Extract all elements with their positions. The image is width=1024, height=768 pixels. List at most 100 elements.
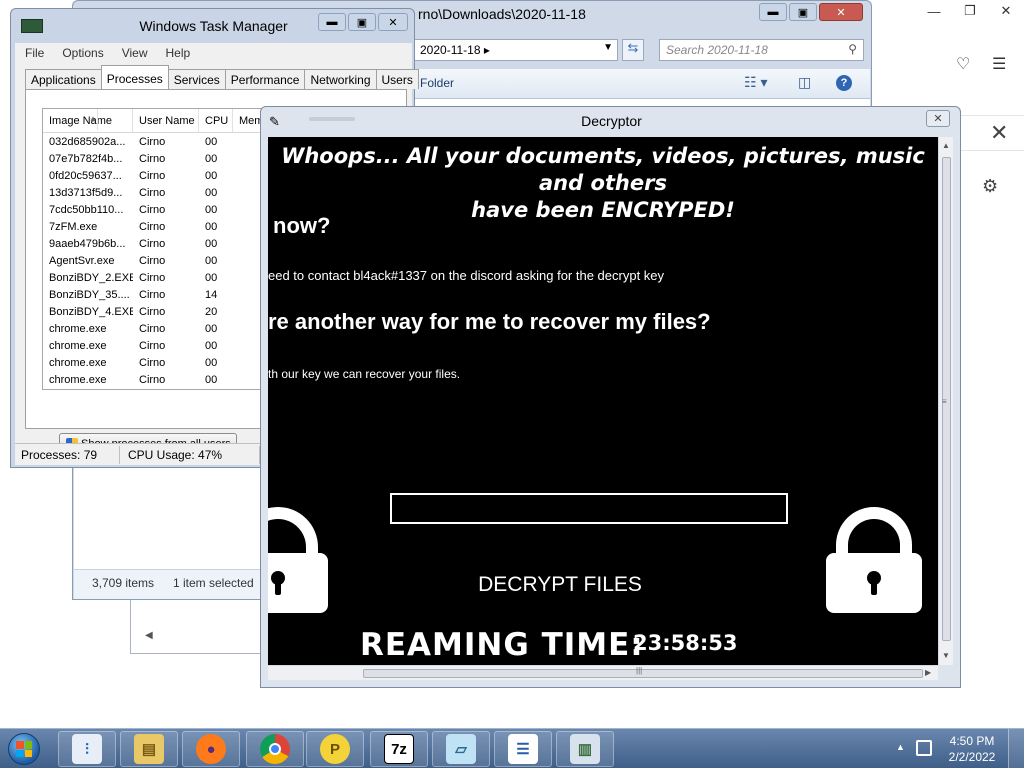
menu-view[interactable]: View <box>122 46 148 60</box>
address-dropdown-icon[interactable]: ▼ <box>603 42 613 53</box>
explorer-window-controls: ▬ ▣ ✕ <box>759 3 863 21</box>
process-name: chrome.exe <box>49 322 107 335</box>
start-button[interactable] <box>2 731 48 767</box>
process-name: 07e7b782f4b... <box>49 152 123 165</box>
ransom-content: Whoops... All your documents, videos, pi… <box>268 137 938 665</box>
clock[interactable]: 4:50 PM 2/2/2022 <box>942 733 1002 765</box>
tab-networking[interactable]: Networking <box>304 69 377 89</box>
question-1: now? <box>273 213 331 238</box>
process-user: Cirno <box>139 254 166 267</box>
tm-maximize-button[interactable]: ▣ <box>348 13 376 31</box>
menu-options[interactable]: Options <box>62 46 103 60</box>
browser-minimize-button[interactable]: — <box>922 2 946 20</box>
scroll-up-icon[interactable]: ▲ <box>942 141 950 150</box>
clock-date: 2/2/2022 <box>948 750 996 764</box>
help-icon[interactable]: ? <box>836 75 852 91</box>
remaining-time-label: REAMING TIME: <box>360 627 644 663</box>
process-cpu: 00 <box>205 203 218 216</box>
tasklist-icon[interactable]: ☰ <box>494 731 552 767</box>
process-user: Cirno <box>139 169 166 182</box>
process-cpu: 00 <box>205 220 218 233</box>
clock-time: 4:50 PM <box>949 734 995 748</box>
p-app-icon[interactable]: P <box>306 731 364 767</box>
scroll-left-icon[interactable]: ◀ <box>145 630 153 641</box>
tab-users[interactable]: Users <box>375 69 419 89</box>
menu-icon[interactable]: ☰ <box>992 54 1006 74</box>
search-input[interactable]: Search 2020-11-18 ⚲ <box>659 39 864 61</box>
taskbar: ⫶ ▤ ● P 7z ▱ ☰ ▥ ▲ 4:50 PM 2/2/2022 <box>0 728 1024 768</box>
browser-close-button[interactable]: ✕ <box>994 2 1018 20</box>
tab-processes[interactable]: Processes <box>100 65 169 89</box>
address-bar[interactable]: 2020-11-18 ▸ ▼ <box>413 39 618 61</box>
preview-pane-icon[interactable]: ◫ <box>798 74 811 91</box>
network-icon[interactable]: ⫶ <box>58 731 116 767</box>
chrome-icon[interactable] <box>246 731 304 767</box>
menu-help[interactable]: Help <box>166 46 191 60</box>
explorer-maximize-button[interactable]: ▣ <box>789 3 817 21</box>
process-user: Cirno <box>139 237 166 250</box>
process-cpu: 00 <box>205 152 218 165</box>
scroll-down-icon[interactable]: ▼ <box>942 651 950 660</box>
tab-applications[interactable]: Applications <box>25 69 102 89</box>
task-manager-tabs: Applications Processes Services Performa… <box>25 65 419 89</box>
decrypt-key-input[interactable] <box>390 493 788 524</box>
tab-performance[interactable]: Performance <box>224 69 306 89</box>
address-text: 2020-11-18 <box>420 43 481 57</box>
gear-icon[interactable]: ⚙ <box>982 176 998 197</box>
scroll-right-icon[interactable]: ▶ <box>925 668 931 677</box>
browser-restore-button[interactable]: ❐ <box>958 2 982 20</box>
close-icon[interactable]: ✕ <box>990 120 1008 146</box>
process-cpu: 00 <box>205 356 218 369</box>
headline-line-2: have been ENCRYPED! <box>471 198 735 222</box>
scroll-grip-icon: ||| <box>636 666 643 675</box>
sort-ascending-icon: ▲ <box>83 109 98 130</box>
process-user: Cirno <box>139 203 166 216</box>
explorer-title: rno\Downloads\2020-11-18 <box>418 6 586 22</box>
status-separator <box>119 446 120 464</box>
process-name: 7zFM.exe <box>49 220 98 233</box>
process-user: Cirno <box>139 373 166 386</box>
new-folder-button[interactable]: Folder <box>420 76 454 90</box>
vertical-scrollbar[interactable]: ▲ ≡ ▼ <box>938 137 953 665</box>
change-view-icon[interactable]: ☷ ▾ <box>744 74 767 91</box>
pocket-icon[interactable]: ♡ <box>956 54 970 74</box>
horizontal-scroll-thumb[interactable] <box>363 669 923 678</box>
process-name: BonziBDY_35.... <box>49 288 130 301</box>
taskmgr-icon[interactable]: ▥ <box>556 731 614 767</box>
horizontal-scrollbar[interactable]: ||| ▶ <box>268 665 938 680</box>
selected-count: 1 item selected <box>173 576 254 590</box>
process-name: 13d3713f5d9... <box>49 186 123 199</box>
decryptor-title: Decryptor <box>581 113 642 129</box>
tab-services[interactable]: Services <box>167 69 226 89</box>
network-status-icon[interactable] <box>916 740 932 756</box>
notepad-icon[interactable]: ▱ <box>432 731 490 767</box>
item-count: 3,709 items <box>92 576 155 590</box>
process-cpu: 00 <box>205 237 218 250</box>
process-name: 9aaeb479b6b... <box>49 237 126 250</box>
explorer-minimize-button[interactable]: ▬ <box>759 3 787 21</box>
explorer-icon[interactable]: ▤ <box>120 731 178 767</box>
tm-minimize-button[interactable]: ▬ <box>318 13 346 31</box>
headline-line-1: Whoops... All your documents, videos, pi… <box>281 144 925 195</box>
browser-titlebar: — ❐ ✕ <box>920 0 1024 24</box>
refresh-icon[interactable]: ⇆ <box>622 39 644 61</box>
show-desktop-button[interactable] <box>1008 729 1024 768</box>
process-cpu: 00 <box>205 169 218 182</box>
7zip-icon[interactable]: 7z <box>370 731 428 767</box>
scroll-grip-icon: ≡ <box>942 397 947 406</box>
menu-file[interactable]: File <box>25 46 44 60</box>
column-user-name[interactable]: User Name <box>133 109 199 132</box>
firefox-icon[interactable]: ● <box>182 731 240 767</box>
explorer-close-button[interactable]: ✕ <box>819 3 863 21</box>
decryptor-close-button[interactable]: ✕ <box>926 110 950 127</box>
system-tray: ▲ 4:50 PM 2/2/2022 <box>890 729 1024 768</box>
column-cpu[interactable]: CPU <box>199 109 233 132</box>
process-user: Cirno <box>139 186 166 199</box>
process-cpu: 00 <box>205 186 218 199</box>
process-cpu: 00 <box>205 322 218 335</box>
show-hidden-icons-icon[interactable]: ▲ <box>896 742 905 752</box>
search-icon[interactable]: ⚲ <box>848 42 857 56</box>
decrypt-files-button[interactable]: DECRYPT FILES <box>458 573 662 597</box>
process-cpu: 20 <box>205 305 218 318</box>
tm-close-button[interactable]: ✕ <box>378 13 408 31</box>
